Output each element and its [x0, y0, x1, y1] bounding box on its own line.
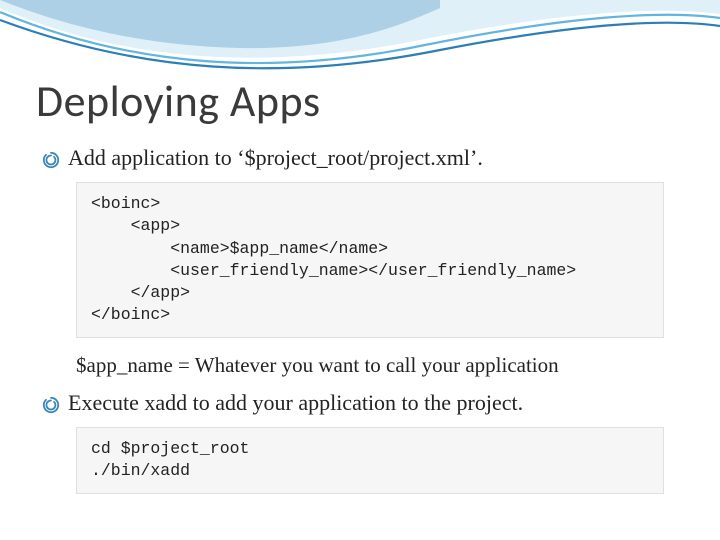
- app-name-note: $app_name = Whatever you want to call yo…: [76, 352, 664, 379]
- code-block-xadd: cd $project_root ./bin/xadd: [76, 427, 664, 494]
- swirl-bullet-icon: [42, 151, 60, 169]
- bullet-1-text: Add application to ‘$project_root/projec…: [68, 144, 483, 172]
- bullet-2-text: Execute xadd to add your application to …: [68, 389, 523, 417]
- slide-title: Deploying Apps: [36, 74, 684, 128]
- slide-body: Deploying Apps Add application to ‘$proj…: [0, 0, 720, 528]
- swirl-bullet-icon: [42, 396, 60, 414]
- bullet-1: Add application to ‘$project_root/projec…: [42, 144, 684, 172]
- bullet-2: Execute xadd to add your application to …: [42, 389, 684, 417]
- code-block-project-xml: <boinc> <app> <name>$app_name</name> <us…: [76, 182, 664, 338]
